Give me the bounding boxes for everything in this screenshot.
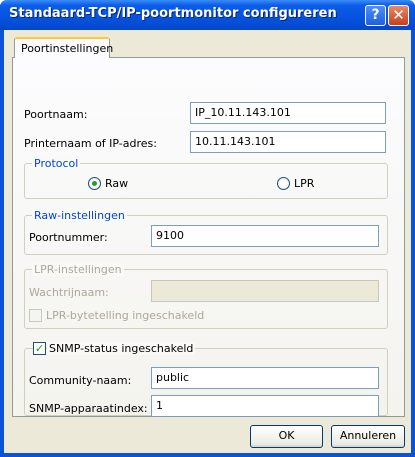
- protocol-group: Protocol Raw LPR: [24, 157, 388, 199]
- title-bar[interactable]: Standaard-TCP/IP-poortmonitor configurer…: [0, 0, 415, 30]
- close-button[interactable]: ✕: [388, 5, 409, 26]
- dialog-client-area: Poortinstellingen Poortnaam: IP_10.11.14…: [4, 30, 411, 453]
- raw-radio[interactable]: [88, 177, 101, 190]
- tab-port-settings-label: Poortinstellingen: [21, 42, 114, 55]
- port-number-input[interactable]: 9100: [151, 225, 379, 247]
- snmp-device-index-label: SNMP-apparaatindex:: [29, 402, 148, 415]
- community-name-label: Community-naam:: [29, 374, 132, 387]
- tab-port-settings[interactable]: Poortinstellingen: [14, 37, 114, 58]
- raw-radio-label: Raw: [105, 177, 129, 190]
- ok-button[interactable]: OK: [250, 425, 323, 448]
- port-name-label: Poortnaam:: [24, 108, 88, 121]
- raw-radio-option[interactable]: Raw: [88, 177, 128, 190]
- lpr-radio[interactable]: [277, 177, 290, 190]
- lpr-byte-count-label: LPR-bytetelling ingeschakeld: [46, 309, 205, 322]
- radio-selected-dot: [92, 181, 97, 186]
- port-name-input[interactable]: IP_10.11.143.101: [190, 102, 386, 124]
- printer-address-label: Printernaam of IP-adres:: [24, 137, 157, 150]
- lpr-radio-label: LPR: [294, 177, 315, 190]
- snmp-enabled-label: SNMP-status ingeschakeld: [47, 342, 196, 355]
- queue-name-label: Wachtrijnaam:: [29, 286, 109, 299]
- queue-name-input[interactable]: [151, 280, 379, 302]
- snmp-device-index-input[interactable]: 1: [151, 395, 379, 417]
- port-number-label: Poortnummer:: [29, 231, 108, 244]
- protocol-legend: Protocol: [32, 157, 81, 170]
- lpr-radio-option[interactable]: LPR: [277, 177, 314, 190]
- lpr-settings-legend: LPR-instellingen: [32, 263, 124, 276]
- printer-address-input[interactable]: 10.11.143.101: [190, 131, 386, 153]
- snmp-enabled-checkbox[interactable]: ✓: [33, 342, 46, 355]
- raw-settings-legend: Raw-instellingen: [32, 209, 127, 222]
- help-button[interactable]: ?: [365, 5, 386, 26]
- lpr-settings-group: LPR-instellingen Wachtrijnaam: LPR-bytet…: [24, 263, 388, 329]
- tab-panel: Poortnaam: IP_10.11.143.101 Printernaam …: [12, 57, 405, 417]
- dialog-window: Standaard-TCP/IP-poortmonitor configurer…: [0, 0, 415, 457]
- snmp-group: ✓ SNMP-status ingeschakeld Community-naa…: [24, 342, 388, 417]
- raw-settings-group: Raw-instellingen Poortnummer: 9100: [24, 209, 388, 255]
- window-title: Standaard-TCP/IP-poortmonitor configurer…: [9, 6, 337, 21]
- lpr-byte-count-checkbox[interactable]: [29, 309, 42, 322]
- cancel-button[interactable]: Annuleren: [331, 425, 405, 448]
- community-name-input[interactable]: public: [151, 367, 379, 389]
